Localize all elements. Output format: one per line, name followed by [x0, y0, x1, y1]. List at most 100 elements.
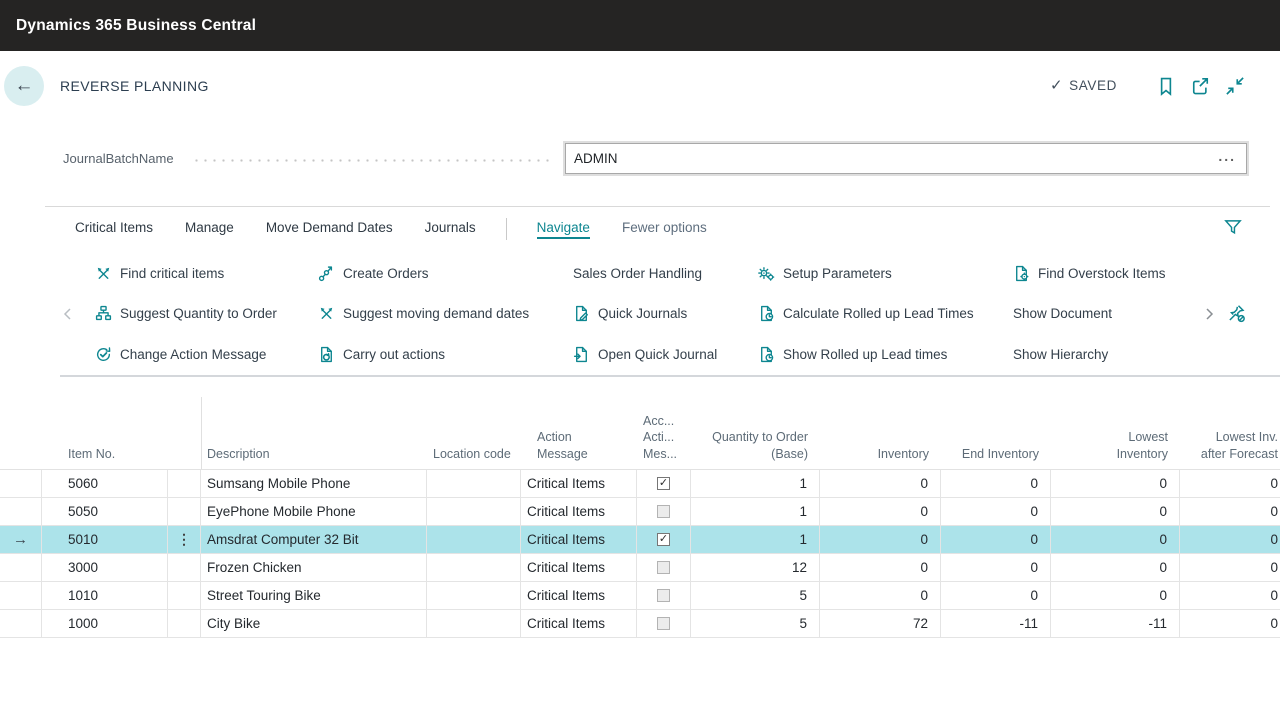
cell-description[interactable]: Frozen Chicken	[201, 554, 427, 582]
table-row[interactable]: →5010⋮Amsdrat Computer 32 BitCritical It…	[0, 526, 1280, 554]
ribbon-action-show-hierarchy[interactable]: Show Hierarchy	[1013, 334, 1166, 375]
back-button[interactable]: ←	[4, 66, 44, 106]
column-header-lowest-inventory[interactable]: LowestInventory	[1051, 377, 1180, 469]
cell-location-code[interactable]	[427, 470, 521, 498]
row-menu[interactable]: ⋮	[168, 526, 201, 554]
cell-description[interactable]: Sumsang Mobile Phone	[201, 470, 427, 498]
cell-end-inventory[interactable]: 0	[941, 582, 1051, 610]
cell-description[interactable]: Street Touring Bike	[201, 582, 427, 610]
cell-description[interactable]: Amsdrat Computer 32 Bit	[201, 526, 427, 554]
accept-action-message-checkbox[interactable]	[657, 561, 670, 574]
column-header-description[interactable]: Description	[201, 377, 427, 469]
cell-lowest-inventory[interactable]: 0	[1051, 554, 1180, 582]
column-header-end-inventory[interactable]: End Inventory	[941, 377, 1051, 469]
cell-qty[interactable]: 5	[691, 582, 820, 610]
cell-end-inventory[interactable]: -11	[941, 610, 1051, 638]
bookmark-icon[interactable]	[1156, 76, 1176, 96]
cell-location-code[interactable]	[427, 582, 521, 610]
cell-item-no[interactable]: 1010	[42, 582, 168, 610]
cell-description[interactable]: City Bike	[201, 610, 427, 638]
cell-item-no[interactable]: 5010	[42, 526, 168, 554]
ribbon-action-carry-out-actions[interactable]: Carry out actions	[318, 334, 573, 375]
journal-batch-name-input[interactable]: ADMIN ...	[565, 143, 1247, 174]
cell-action-message[interactable]: Critical Items	[521, 554, 637, 582]
ribbon-action-show-document[interactable]: Show Document	[1013, 294, 1166, 335]
ribbon-action-suggest-quantity-to-order[interactable]: Suggest Quantity to Order	[95, 294, 318, 335]
cell-inventory[interactable]: 0	[820, 470, 941, 498]
cell-item-no[interactable]: 5050	[42, 498, 168, 526]
cell-lowest-after[interactable]: 0	[1180, 554, 1280, 582]
cell-location-code[interactable]	[427, 498, 521, 526]
cell-inventory[interactable]: 0	[820, 582, 941, 610]
cell-qty[interactable]: 12	[691, 554, 820, 582]
ribbon-action-create-orders[interactable]: Create Orders	[318, 253, 573, 294]
menu-tab-manage[interactable]: Manage	[185, 220, 234, 239]
cell-qty[interactable]: 1	[691, 498, 820, 526]
ribbon-action-setup-parameters[interactable]: Setup Parameters	[758, 253, 1013, 294]
cell-location-code[interactable]	[427, 526, 521, 554]
ribbon-action-open-quick-journal[interactable]: Open Quick Journal	[573, 334, 758, 375]
column-header-lowest-after[interactable]: Lowest Inv.after Forecast	[1180, 377, 1280, 469]
table-row[interactable]: 1000City BikeCritical Items572-11-110	[0, 610, 1280, 638]
accept-action-message-checkbox[interactable]	[657, 617, 670, 630]
filter-icon[interactable]	[1223, 217, 1243, 237]
menu-tab-move-demand-dates[interactable]: Move Demand Dates	[266, 220, 393, 239]
cell-description[interactable]: EyePhone Mobile Phone	[201, 498, 427, 526]
cell-lowest-after[interactable]: 0	[1180, 582, 1280, 610]
cell-item-no[interactable]: 1000	[42, 610, 168, 638]
cell-inventory[interactable]: 72	[820, 610, 941, 638]
cell-inventory[interactable]: 0	[820, 554, 941, 582]
cell-end-inventory[interactable]: 0	[941, 470, 1051, 498]
cell-lowest-inventory[interactable]: 0	[1051, 526, 1180, 554]
cell-lowest-inventory[interactable]: -11	[1051, 610, 1180, 638]
unpin-icon[interactable]	[1226, 303, 1246, 323]
cell-action-message[interactable]: Critical Items	[521, 526, 637, 554]
accept-action-message-checkbox[interactable]: ✓	[657, 477, 670, 490]
row-more-options-icon[interactable]: ⋮	[177, 531, 191, 548]
ribbon-action-quick-journals[interactable]: Quick Journals	[573, 294, 758, 335]
accept-action-message-checkbox[interactable]	[657, 589, 670, 602]
cell-lowest-after[interactable]: 0	[1180, 470, 1280, 498]
ribbon-action-change-action-message[interactable]: Change Action Message	[95, 334, 318, 375]
cell-lowest-after[interactable]: 0	[1180, 610, 1280, 638]
table-row[interactable]: 5050 EyePhone Mobile Phone Critical Items 1…	[0, 498, 1280, 526]
app-title[interactable]: Dynamics 365 Business Central	[16, 17, 256, 35]
cell-lowest-after[interactable]: 0	[1180, 526, 1280, 554]
accept-action-message-checkbox[interactable]	[657, 505, 670, 518]
ribbon-action-find-critical-items[interactable]: Find critical items	[95, 253, 318, 294]
menu-tab-critical-items[interactable]: Critical Items	[75, 220, 153, 239]
cell-action-message[interactable]: Critical Items	[521, 610, 637, 638]
cell-lowest-inventory[interactable]: 0	[1051, 582, 1180, 610]
cell-location-code[interactable]	[427, 554, 521, 582]
ribbon-action-find-overstock-items[interactable]: Find Overstock Items	[1013, 253, 1166, 294]
cell-action-message[interactable]: Critical Items	[521, 582, 637, 610]
cell-action-message[interactable]: Critical Items	[521, 470, 637, 498]
cell-item-no[interactable]: 5060	[42, 470, 168, 498]
ribbon-action-show-rolled-up-lead-times[interactable]: Show Rolled up Lead times	[758, 334, 1013, 375]
cell-end-inventory[interactable]: 0	[941, 498, 1051, 526]
column-header-accept[interactable]: Acc...Acti...Mes...	[637, 377, 691, 469]
column-header-item-no[interactable]: Item No.	[42, 377, 168, 469]
menu-tab-navigate[interactable]: Navigate	[537, 220, 590, 239]
column-header-action-message[interactable]: ActionMessage	[521, 377, 637, 469]
cell-lowest-inventory[interactable]: 0	[1051, 470, 1180, 498]
cell-end-inventory[interactable]: 0	[941, 526, 1051, 554]
menu-tab-journals[interactable]: Journals	[425, 220, 476, 239]
menu-tab-fewer-options[interactable]: Fewer options	[622, 220, 707, 239]
cell-inventory[interactable]: 0	[820, 526, 941, 554]
ribbon-action-suggest-moving-demand-dates[interactable]: Suggest moving demand dates	[318, 294, 573, 335]
column-header-inventory[interactable]: Inventory	[820, 377, 941, 469]
cell-qty[interactable]: 5	[691, 610, 820, 638]
column-header-location-code[interactable]: Location code	[427, 377, 521, 469]
cell-lowest-after[interactable]: 0	[1180, 498, 1280, 526]
cell-lowest-inventory[interactable]: 0	[1051, 498, 1180, 526]
cell-qty[interactable]: 1	[691, 526, 820, 554]
table-row[interactable]: 1010Street Touring BikeCritical Items500…	[0, 582, 1280, 610]
cell-action-message[interactable]: Critical Items	[521, 498, 637, 526]
column-header-qty[interactable]: Quantity to Order(Base)	[691, 377, 820, 469]
table-row[interactable]: 5060 Sumsang Mobile Phone Critical Items ✓ 1…	[0, 470, 1280, 498]
ribbon-action-calculate-rolled-up-lead-times[interactable]: Calculate Rolled up Lead Times	[758, 294, 1013, 335]
ribbon-scroll-right-chevron[interactable]	[1201, 306, 1217, 322]
cell-qty[interactable]: 1	[691, 470, 820, 498]
cell-item-no[interactable]: 3000	[42, 554, 168, 582]
